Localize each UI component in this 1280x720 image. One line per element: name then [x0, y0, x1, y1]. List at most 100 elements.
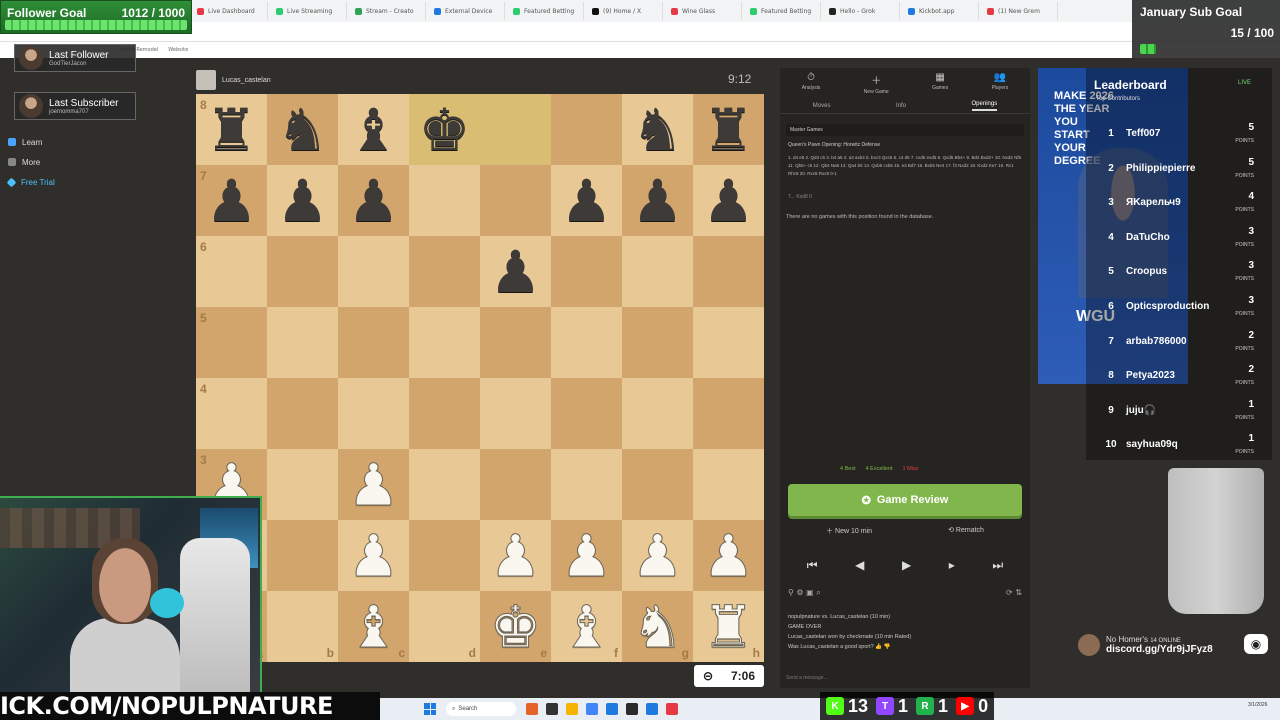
white-pawn-icon[interactable]: ♟: [631, 526, 684, 585]
nav-free-trial[interactable]: Free Trial: [0, 172, 70, 192]
board-square[interactable]: ♟: [622, 520, 693, 591]
nav-learn[interactable]: Learn: [0, 132, 70, 152]
board-square[interactable]: ♟: [693, 165, 764, 236]
panel-tab-games[interactable]: ▦ Games: [932, 72, 948, 98]
address-bar[interactable]: [0, 22, 1280, 42]
browser-tab[interactable]: External Device: [426, 2, 505, 20]
app-icon[interactable]: [626, 703, 638, 715]
black-knight-icon[interactable]: ♞: [632, 101, 684, 159]
app-icon[interactable]: [646, 703, 658, 715]
board-square[interactable]: ♟: [551, 520, 622, 591]
game-review-button[interactable]: ✪ Game Review: [788, 484, 1022, 516]
board-square[interactable]: ♝: [338, 94, 409, 165]
white-king-icon[interactable]: ♚: [489, 597, 542, 656]
taskbar-search[interactable]: ⌕ Search: [446, 702, 516, 716]
board-square[interactable]: [267, 449, 338, 520]
browser-tab[interactable]: Live Streaming: [268, 2, 347, 20]
board-square[interactable]: [267, 307, 338, 378]
board-square[interactable]: [409, 449, 480, 520]
prev-move-icon[interactable]: ◀: [855, 558, 864, 573]
white-bishop-icon[interactable]: ♝: [347, 597, 400, 656]
board-square[interactable]: [409, 520, 480, 591]
flip-board-icon[interactable]: ⟳ ⇅: [1006, 588, 1022, 598]
board-square[interactable]: f ♝: [551, 591, 622, 662]
board-square[interactable]: b: [267, 591, 338, 662]
next-move-icon[interactable]: ▶: [902, 558, 911, 573]
board-square[interactable]: [480, 307, 551, 378]
board-square[interactable]: [338, 236, 409, 307]
board-square[interactable]: ♟: [693, 520, 764, 591]
board-square[interactable]: [622, 236, 693, 307]
black-pawn-icon[interactable]: ♟: [277, 172, 329, 230]
database-select[interactable]: Master Games: [786, 124, 1024, 136]
white-rook-icon[interactable]: ♜: [702, 597, 755, 656]
black-pawn-icon[interactable]: ♟: [561, 172, 613, 230]
board-square[interactable]: ♟: [338, 520, 409, 591]
board-square[interactable]: ♟: [551, 165, 622, 236]
chess-board[interactable]: 8♜♞♝♚♞♜7♟♟♟♟♟♟6♟543♟♟2♟♟♟♟♟1abc♝de♚f♝g♞h…: [196, 94, 764, 662]
share-icon[interactable]: ⚲ ⚙ ▣ ⌕: [788, 588, 821, 598]
black-rook-icon[interactable]: ♜: [206, 101, 258, 159]
rematch-button[interactable]: ⟲ Rematch: [948, 526, 984, 536]
board-square[interactable]: [551, 307, 622, 378]
black-rook-icon[interactable]: ♜: [703, 101, 755, 159]
board-square[interactable]: [480, 165, 551, 236]
chat-input[interactable]: Send a message...: [780, 670, 1030, 686]
board-square[interactable]: ♟: [267, 165, 338, 236]
board-square[interactable]: [480, 94, 551, 165]
board-square[interactable]: [267, 520, 338, 591]
app-icon[interactable]: [666, 703, 678, 715]
white-pawn-icon[interactable]: ♟: [347, 455, 400, 514]
new-game-button[interactable]: ＋ New 10 min: [826, 526, 872, 536]
app-icon[interactable]: [606, 703, 618, 715]
board-square[interactable]: ♚: [409, 94, 480, 165]
play-icon[interactable]: ▸: [949, 558, 955, 573]
board-square[interactable]: [480, 378, 551, 449]
board-square[interactable]: [551, 94, 622, 165]
app-icon[interactable]: [546, 703, 558, 715]
thumbs-up-icon[interactable]: 👍: [875, 644, 882, 650]
board-square[interactable]: 4: [196, 378, 267, 449]
browser-tab[interactable]: Wine Glass: [663, 2, 742, 20]
browser-tab[interactable]: Featured Betting: [742, 2, 821, 20]
black-bishop-icon[interactable]: ♝: [348, 101, 400, 159]
board-square[interactable]: ♟: [480, 520, 551, 591]
board-square[interactable]: c ♝: [338, 591, 409, 662]
board-square[interactable]: [267, 378, 338, 449]
black-king-icon[interactable]: ♚: [419, 101, 471, 159]
black-pawn-icon[interactable]: ♟: [703, 172, 755, 230]
app-icon[interactable]: [526, 703, 538, 715]
board-square[interactable]: [693, 307, 764, 378]
subtab-info[interactable]: Info: [896, 103, 906, 109]
board-square[interactable]: ♞: [267, 94, 338, 165]
board-square[interactable]: d: [409, 591, 480, 662]
board-square[interactable]: ♟: [480, 236, 551, 307]
browser-tab[interactable]: (1) New Grem: [979, 2, 1058, 20]
board-square[interactable]: [622, 378, 693, 449]
board-square[interactable]: h ♜: [693, 591, 764, 662]
board-square[interactable]: g ♞: [622, 591, 693, 662]
board-square[interactable]: [551, 236, 622, 307]
board-square[interactable]: [622, 449, 693, 520]
panel-tab-analysis[interactable]: ⏱ Analysis: [802, 72, 821, 98]
white-pawn-icon[interactable]: ♟: [560, 526, 613, 585]
panel-tab-new-game[interactable]: ＋ New Game: [864, 72, 889, 98]
board-square[interactable]: [338, 307, 409, 378]
board-square[interactable]: [409, 165, 480, 236]
board-square[interactable]: [551, 449, 622, 520]
board-square[interactable]: [409, 307, 480, 378]
browser-tab[interactable]: Kickbot.app: [900, 2, 979, 20]
board-square[interactable]: ♟: [338, 449, 409, 520]
board-square[interactable]: 8 ♜: [196, 94, 267, 165]
board-square[interactable]: [267, 236, 338, 307]
white-pawn-icon[interactable]: ♟: [489, 526, 542, 585]
browser-tab[interactable]: Live Dashboard: [189, 2, 268, 20]
board-square[interactable]: ♟: [338, 165, 409, 236]
board-square[interactable]: ♟: [622, 165, 693, 236]
browser-tab[interactable]: Stream - Creato: [347, 2, 426, 20]
board-square[interactable]: [480, 449, 551, 520]
white-pawn-icon[interactable]: ♟: [702, 526, 755, 585]
board-square[interactable]: [338, 378, 409, 449]
subtab-moves[interactable]: Moves: [813, 103, 831, 109]
app-icon[interactable]: [586, 703, 598, 715]
